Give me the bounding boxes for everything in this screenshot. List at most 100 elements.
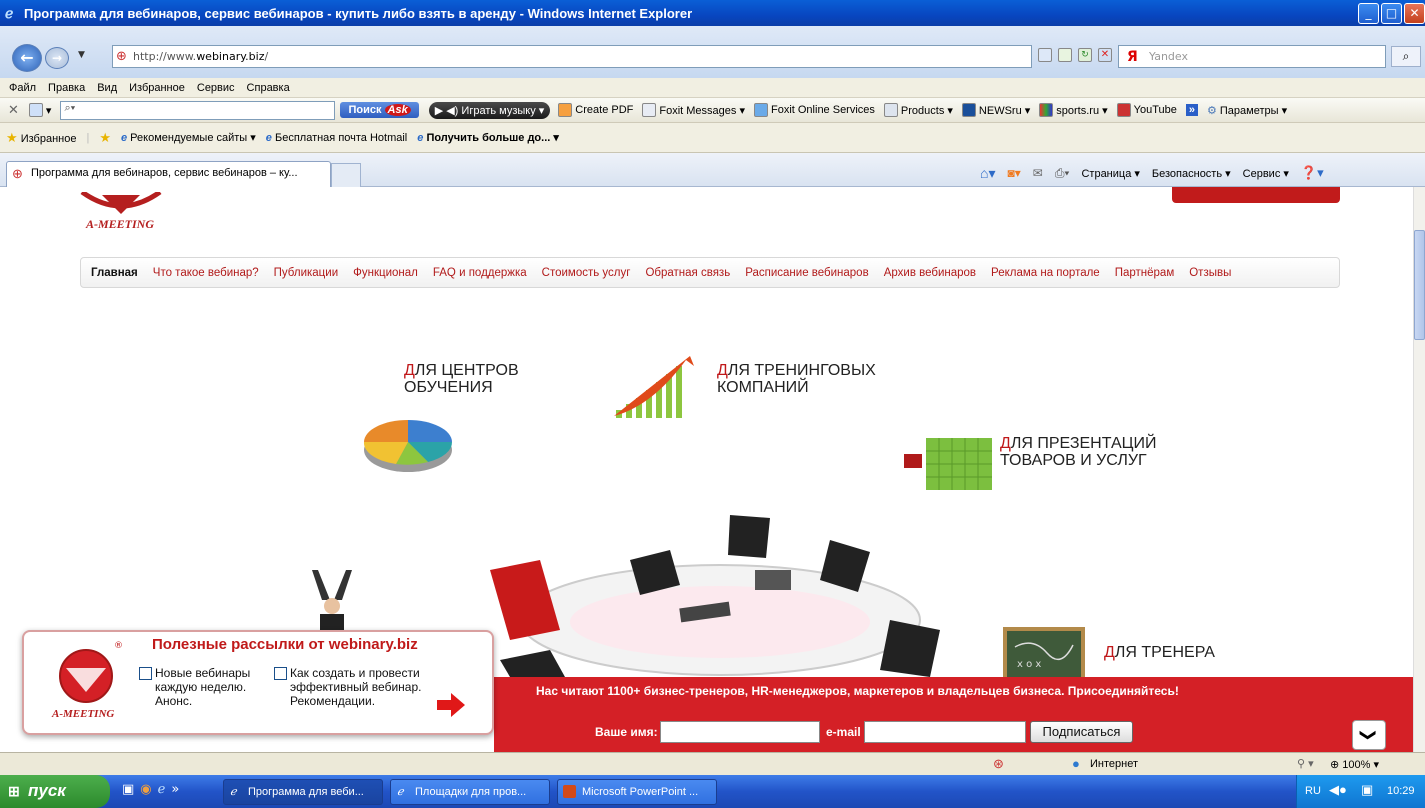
protected-mode-icon[interactable]: ⚲ ▾ <box>1297 757 1314 770</box>
nav-feedback[interactable]: Обратная связь <box>645 267 730 279</box>
category-training-centers[interactable]: Для центров обучения <box>404 362 519 396</box>
arrow-right-icon[interactable] <box>437 693 465 717</box>
favorites-button[interactable]: ★ Избранное <box>6 130 76 146</box>
toolbar-search-button[interactable]: Поиск Ask <box>340 102 419 118</box>
menu-help[interactable]: Справка <box>247 82 290 94</box>
menu-edit[interactable]: Правка <box>48 82 85 94</box>
compatibility-icon[interactable] <box>1058 48 1072 62</box>
menu-favorites[interactable]: Избранное <box>129 82 185 94</box>
nav-what-is-webinar[interactable]: Что такое вебинар? <box>153 267 259 279</box>
print-icon[interactable]: ⎙▾ <box>1055 166 1070 181</box>
firefox-icon[interactable]: ◉ <box>140 782 151 797</box>
tab-title: Программа для вебинаров, сервис вебинаро… <box>31 167 298 179</box>
category-trainer[interactable]: Для тренера <box>1104 644 1215 661</box>
history-dropdown-icon[interactable]: ▼ <box>78 50 85 60</box>
create-pdf-button[interactable]: Create PDF <box>558 103 633 117</box>
header-red-button[interactable] <box>1172 187 1340 203</box>
newsru-button[interactable]: NEWSru ▾ <box>961 103 1031 117</box>
sports-ru-button[interactable]: sports.ru ▾ <box>1039 103 1108 117</box>
network-icon[interactable]: ◀● <box>1329 782 1347 798</box>
favorites-divider: | <box>86 131 90 144</box>
nav-partners[interactable]: Партнёрам <box>1115 267 1175 279</box>
menu-tools[interactable]: Сервис <box>197 82 235 94</box>
task-webinary[interactable]: ℯ Программа для веби... <box>223 779 383 805</box>
subscribe-button[interactable]: Подписаться <box>1030 721 1133 743</box>
task-venues[interactable]: ℯ Площадки для пров... <box>390 779 550 805</box>
name-input[interactable] <box>660 721 820 743</box>
subscribe-band-text: Нас читают 1100+ бизнес-тренеров, HR-мен… <box>536 684 1179 698</box>
mail-icon[interactable]: ✉ <box>1033 166 1043 180</box>
rss-icon[interactable]: ◙▾ <box>1007 166 1020 180</box>
address-dropdown-icon[interactable] <box>1038 48 1052 62</box>
foxit-online-button[interactable]: Foxit Online Services <box>753 103 875 117</box>
nav-home[interactable]: Главная <box>91 267 138 279</box>
new-tab-button[interactable] <box>331 163 361 187</box>
menu-file[interactable]: Файл <box>9 82 36 94</box>
favorites-item-hotmail[interactable]: e Бесплатная почта Hotmail <box>266 132 407 144</box>
addons-label: Получить больше до... ▾ <box>426 132 559 144</box>
start-button[interactable]: ⊞ пуск <box>0 775 110 808</box>
play-music-button[interactable]: ▶ ◀) Играть музыку ▾ <box>428 101 551 119</box>
menu-view[interactable]: Вид <box>97 82 117 94</box>
category-presentations[interactable]: Для презентаций товаров и услуг <box>1000 435 1156 469</box>
ie-icon[interactable]: ℯ <box>158 782 166 797</box>
maximize-button[interactable]: □ <box>1381 3 1402 24</box>
settings-button[interactable]: ⚙ Параметры ▾ <box>1207 104 1287 117</box>
toolbar-more-button[interactable]: » <box>1185 104 1199 116</box>
tab-active[interactable]: ⊕ Программа для вебинаров, сервис вебина… <box>6 161 331 187</box>
status-bar: ⊛ ● Интернет ⚲ ▾ ⊕ 100% ▾ <box>0 752 1425 775</box>
newsru-label: NEWSru ▾ <box>978 104 1031 117</box>
quick-launch-app-icon[interactable]: ▣ <box>122 782 134 797</box>
category-training-companies[interactable]: Для тренинговых компаний <box>717 362 876 396</box>
pie-chart-illustration <box>363 420 453 472</box>
stop-icon[interactable]: ✕ <box>1098 48 1112 62</box>
youtube-button[interactable]: YouTube <box>1116 103 1177 117</box>
privacy-icon[interactable]: ⊛ <box>993 756 1004 772</box>
favorites-item-recommended[interactable]: e Рекомендуемые сайты ▾ <box>121 131 256 144</box>
refresh-icon[interactable]: ↻ <box>1078 48 1092 62</box>
add-favorite-icon[interactable]: ★ <box>99 130 111 146</box>
nav-reviews[interactable]: Отзывы <box>1189 267 1231 279</box>
newsletter-option1-checkbox[interactable] <box>139 667 152 680</box>
quick-launch-more-icon[interactable]: » <box>171 782 179 797</box>
foxit-messages-button[interactable]: Foxit Messages ▾ <box>642 103 745 117</box>
edit-icon[interactable]: ▾ <box>28 103 51 117</box>
nav-advertising[interactable]: Реклама на портале <box>991 267 1100 279</box>
forward-arrow-icon[interactable]: → <box>45 47 69 69</box>
task-powerpoint[interactable]: Microsoft PowerPoint ... <box>557 779 717 805</box>
site-logo-text: A-MEETING <box>86 217 155 231</box>
newsletter-option2-checkbox[interactable] <box>274 667 287 680</box>
tools-menu[interactable]: Сервис ▾ <box>1243 167 1289 180</box>
close-toolbar-icon[interactable]: ✕ <box>8 102 19 118</box>
favorites-item-addons[interactable]: e Получить больше до... ▾ <box>417 131 559 144</box>
nav-publications[interactable]: Публикации <box>274 267 338 279</box>
nav-archive[interactable]: Архив вебинаров <box>884 267 976 279</box>
close-button[interactable]: ✕ <box>1404 3 1425 24</box>
toolbar: ✕ ▾ ⌕▾ Поиск Ask ▶ ◀) Играть музыку ▾ Cr… <box>0 98 1425 123</box>
nav-features[interactable]: Функционал <box>353 267 418 279</box>
search-icon[interactable]: ⌕ <box>1391 46 1421 67</box>
minimize-button[interactable]: _ <box>1358 3 1379 24</box>
back-arrow-icon[interactable]: ← <box>12 44 42 72</box>
language-indicator[interactable]: RU <box>1305 785 1321 797</box>
nav-schedule[interactable]: Расписание вебинаров <box>745 267 869 279</box>
nav-faq[interactable]: FAQ и поддержка <box>433 267 527 279</box>
scrollbar-thumb[interactable] <box>1414 230 1425 340</box>
foxit-messages-label: Foxit Messages ▾ <box>659 104 745 117</box>
nav-pricing[interactable]: Стоимость услуг <box>542 267 631 279</box>
email-input[interactable] <box>864 721 1026 743</box>
search-input[interactable]: Я Yandex <box>1118 45 1386 68</box>
toolbar-search-input[interactable]: ⌕▾ <box>60 100 336 120</box>
window-title-bar[interactable]: ℯ Программа для вебинаров, сервис вебина… <box>0 0 1425 26</box>
chevron-down-icon[interactable]: ❯ <box>1352 720 1386 750</box>
category-line1: ля тренинговых <box>727 362 876 379</box>
zoom-level[interactable]: ⊕ 100% ▾ <box>1330 758 1379 771</box>
security-menu[interactable]: Безопасность ▾ <box>1152 167 1231 180</box>
tray-app-icon[interactable]: ▣ <box>1361 782 1373 798</box>
products-button[interactable]: Products ▾ <box>883 103 953 117</box>
category-initial: Д <box>1104 644 1115 661</box>
help-icon[interactable]: ❓▾ <box>1301 165 1324 181</box>
page-menu[interactable]: Страница ▾ <box>1081 167 1139 180</box>
home-icon[interactable]: ⌂▾ <box>980 165 995 182</box>
address-bar[interactable]: ⊕ http://www. webinary.biz / <box>112 45 1032 68</box>
